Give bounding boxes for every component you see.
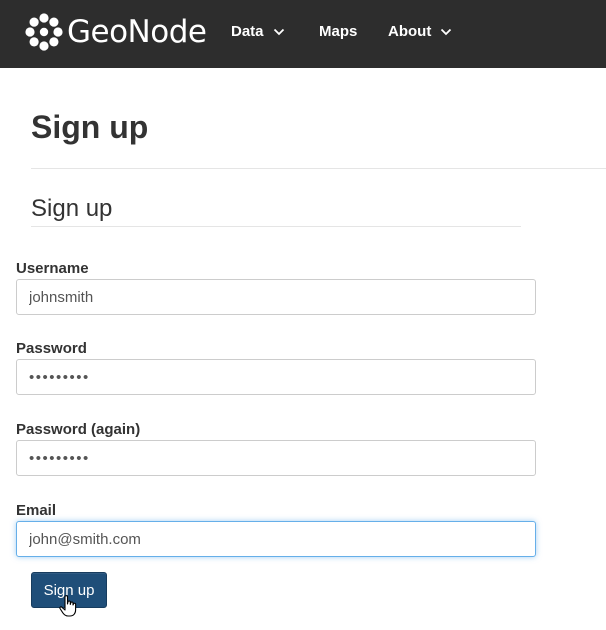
username-label: Username <box>16 260 89 277</box>
nav-item-data[interactable]: Data <box>231 23 285 40</box>
username-field[interactable] <box>16 279 536 315</box>
password-field[interactable] <box>16 359 536 395</box>
chevron-down-icon <box>273 28 284 35</box>
title-divider <box>31 168 606 169</box>
email-field[interactable] <box>16 521 536 557</box>
geonode-logo[interactable]: GeoNode <box>24 9 207 55</box>
nav-item-maps[interactable]: Maps <box>319 23 357 40</box>
page-title: Sign up <box>31 109 149 145</box>
nav-item-about-label: About <box>388 23 432 40</box>
hand-cursor-icon <box>59 595 77 617</box>
section-divider <box>31 226 521 227</box>
nav-item-maps-label: Maps <box>319 23 358 40</box>
password-again-field[interactable] <box>16 440 536 476</box>
brand-name: GeoNode <box>67 14 207 50</box>
nav-item-data-label: Data <box>231 23 264 40</box>
chevron-down-icon <box>441 28 452 35</box>
password-label: Password <box>16 340 87 357</box>
email-label: Email <box>16 502 57 519</box>
top-navbar: GeoNode Data Maps About <box>0 0 606 68</box>
section-title: Sign up <box>31 195 113 222</box>
geonode-flower-icon <box>25 13 63 51</box>
nav-item-about[interactable]: About <box>388 23 452 40</box>
password-again-label: Password (again) <box>16 421 141 438</box>
